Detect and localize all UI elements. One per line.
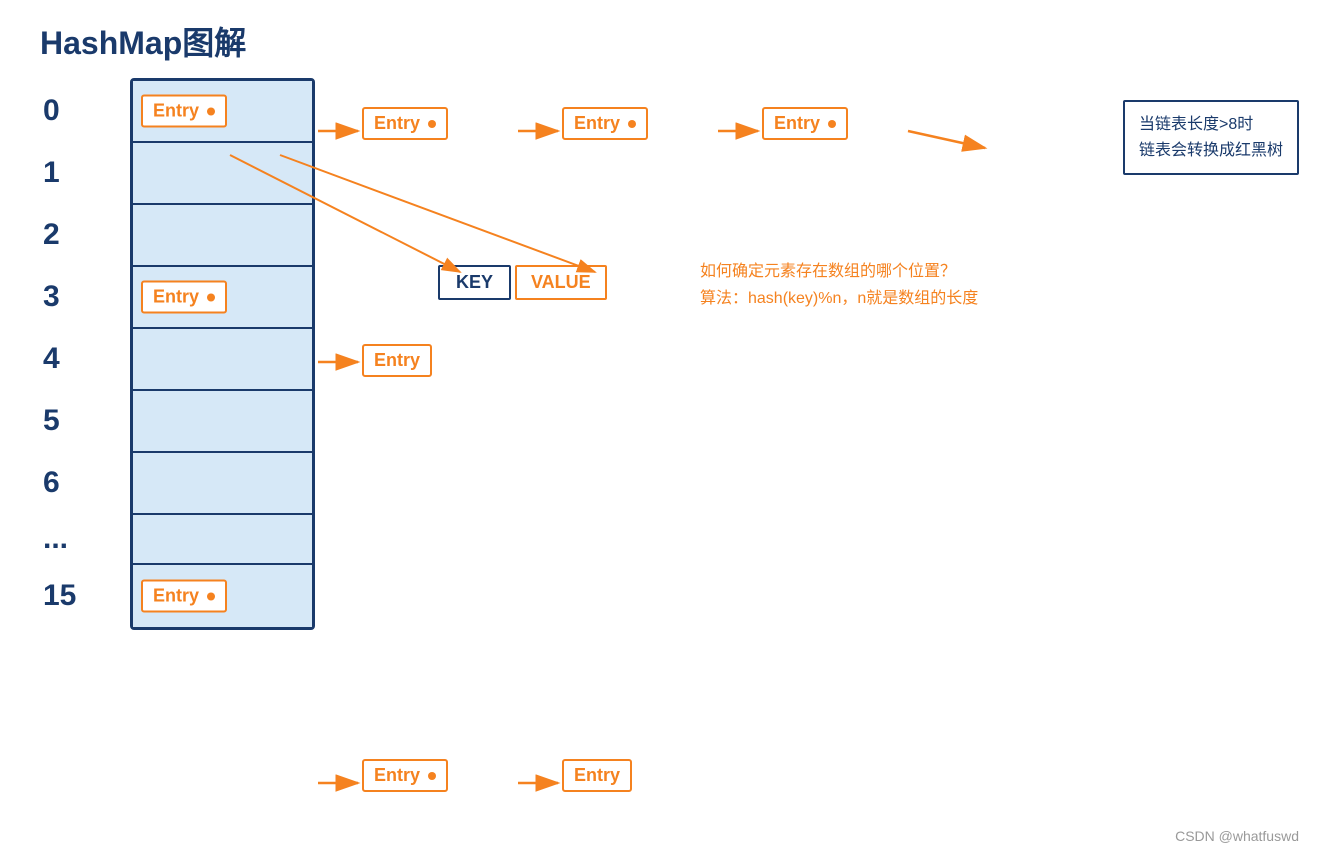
info-text: 如何确定元素存在数组的哪个位置？ 算法：hash(key)%n，n就是数组的长度	[700, 258, 978, 312]
array-row-1: 1	[133, 143, 312, 205]
kv-container: KEY VALUE	[438, 265, 607, 300]
row-label-2: 2	[43, 218, 60, 252]
key-box: KEY	[438, 265, 511, 300]
array-row-15: 15 Entry	[133, 565, 312, 627]
array-row-5: 5	[133, 391, 312, 453]
entry-box-15-3: Entry	[562, 759, 632, 792]
entry-dot	[428, 772, 436, 780]
entry-dot	[207, 293, 215, 301]
note-line2: 链表会转换成红黑树	[1139, 138, 1283, 164]
array-container: 0 Entry 1 2 3 Entry 4 5 6 ... 15 Entry	[130, 78, 315, 630]
row-label-15: 15	[43, 579, 76, 613]
note-line1: 当链表长度>8时	[1139, 112, 1283, 138]
entry-box-3-1: Entry	[141, 281, 227, 314]
array-row-6: 6	[133, 453, 312, 515]
info-line2: 算法：hash(key)%n，n就是数组的长度	[700, 285, 978, 312]
row-label-0: 0	[43, 94, 60, 128]
array-row-dots: ...	[133, 515, 312, 565]
page-title: HashMap图解	[40, 18, 246, 64]
entry-dot	[628, 120, 636, 128]
row-label-1: 1	[43, 156, 60, 190]
row-label-5: 5	[43, 404, 60, 438]
entry-dot	[828, 120, 836, 128]
row-label-dots: ...	[43, 522, 68, 556]
array-row-2: 2	[133, 205, 312, 267]
row-label-3: 3	[43, 280, 60, 314]
csdn-label: CSDN @whatfuswd	[1175, 828, 1299, 844]
entry-dot	[207, 107, 215, 115]
value-box: VALUE	[515, 265, 607, 300]
entry-box-15-2: Entry	[362, 759, 448, 792]
row-label-6: 6	[43, 466, 60, 500]
entry-dot	[207, 592, 215, 600]
entry-box-0-3: Entry	[562, 107, 648, 140]
entry-box-3-2: Entry	[362, 344, 432, 377]
note-box: 当链表长度>8时 链表会转换成红黑树	[1123, 100, 1299, 175]
entry-box-15-1: Entry	[141, 580, 227, 613]
row-label-4: 4	[43, 342, 60, 376]
entry-box-0-1: Entry	[141, 95, 227, 128]
array-row-4: 4	[133, 329, 312, 391]
entry-box-0-2: Entry	[362, 107, 448, 140]
array-row-3: 3 Entry	[133, 267, 312, 329]
info-line1: 如何确定元素存在数组的哪个位置？	[700, 258, 978, 285]
entry-box-0-4: Entry	[762, 107, 848, 140]
entry-dot	[428, 120, 436, 128]
array-row-0: 0 Entry	[133, 81, 312, 143]
